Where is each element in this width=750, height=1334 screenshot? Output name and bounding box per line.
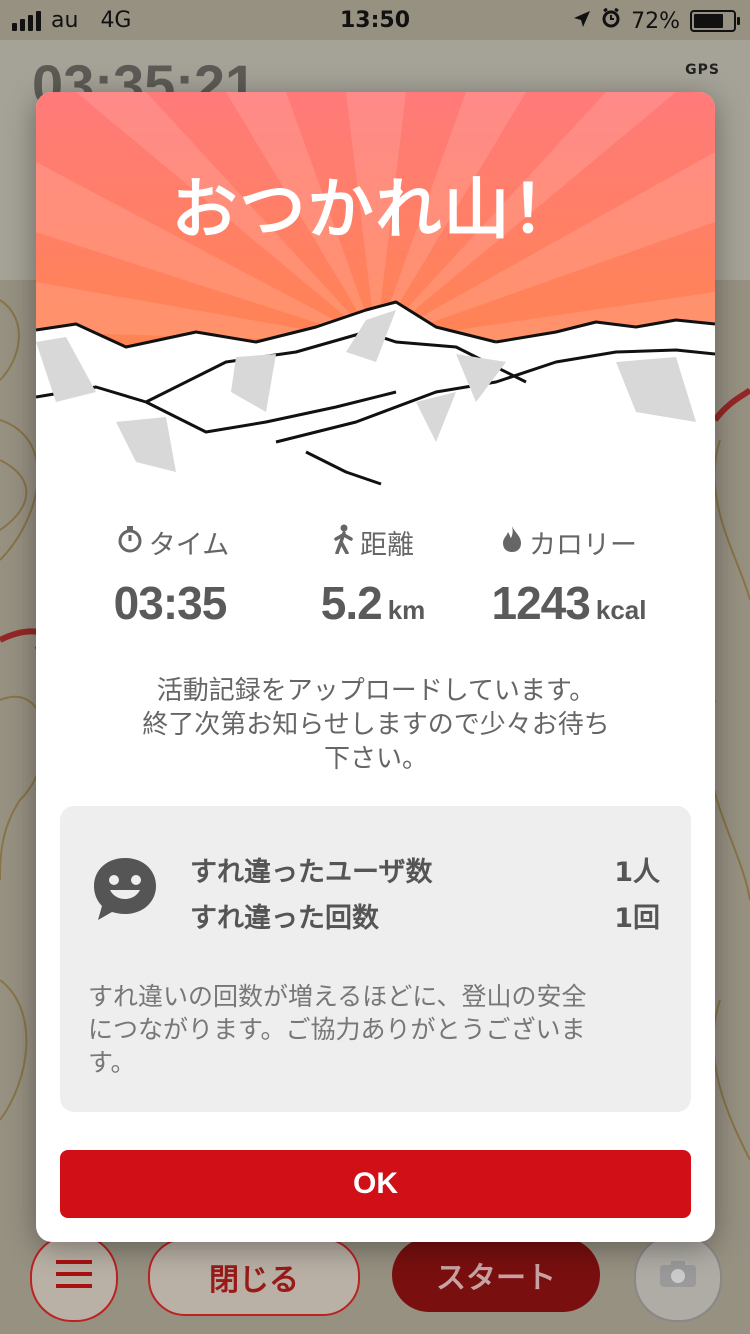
stat-time: タイム 03:35 [63,522,283,630]
camera-button[interactable] [634,1234,722,1322]
alarm-icon [601,7,621,34]
location-arrow-icon [573,9,591,34]
encounter-count-value: 1回 [614,903,660,934]
walker-icon [332,524,354,561]
upload-message-line: 活動記録をアップロードしています。 [156,676,596,706]
stat-calories-value: 1243 [491,577,591,629]
hamburger-icon [56,1260,92,1296]
upload-message-line: 終了次第お知らせしますので少々お待ち [142,710,610,740]
smiley-chat-icon [92,856,158,926]
battery-icon [690,10,740,32]
encounter-note-line: す。 [88,1048,136,1077]
stat-distance-unit: km [387,595,426,625]
encounter-count-label: すれ違った回数 [190,903,379,934]
stat-time-value: 03:35 [113,577,228,629]
encounter-users-value: 1人 [614,857,660,888]
stat-calories: カロリー 1243 kcal [449,522,689,630]
stat-calories-label: カロリー [529,529,637,561]
ok-button[interactable]: OK [60,1150,691,1218]
status-bar: au 4G 13:50 72% [0,0,750,40]
flame-icon [501,525,523,560]
encounter-note: すれ違いの回数が増えるほどに、登山の安全 につながります。ご協力ありがとうござい… [88,980,668,1079]
mountain-header-illustration [36,92,715,492]
encounter-users-label: すれ違ったユーザ数 [190,857,433,888]
stat-time-label: タイム [148,529,230,561]
stat-distance-label: 距離 [360,529,414,561]
battery-percent: 72% [631,8,680,34]
camera-icon [658,1259,698,1297]
stopwatch-icon [117,525,143,560]
encounter-note-line: につながります。ご協力ありがとうございま [88,1015,586,1044]
upload-message-line: 下さい。 [323,744,428,774]
stat-distance-value: 5.2 [320,577,383,629]
upload-status-message: 活動記録をアップロードしています。 終了次第お知らせしますので少々お待ち 下さい… [106,674,646,776]
encounter-card: すれ違ったユーザ数 1人 すれ違った回数 1回 すれ違いの回数が増えるほどに、登… [60,806,691,1112]
dialog-title: おつかれ山！ [171,171,580,248]
encounter-users-row: すれ違ったユーザ数 1人 [190,850,660,889]
encounter-note-line: すれ違いの回数が増えるほどに、登山の安全 [88,982,587,1011]
start-button[interactable]: スタート [392,1238,600,1312]
encounter-count-row: すれ違った回数 1回 [190,896,660,935]
gps-label: GPS [685,62,720,78]
summary-dialog: おつかれ山！ タイム 03:35 距離 5.2 km カロリー 1243 kca… [36,92,715,1242]
stat-calories-unit: kcal [595,595,647,625]
activity-stats: タイム 03:35 距離 5.2 km カロリー 1243 kcal [36,522,715,632]
menu-button[interactable] [30,1234,118,1322]
close-button[interactable]: 閉じる [148,1238,360,1316]
